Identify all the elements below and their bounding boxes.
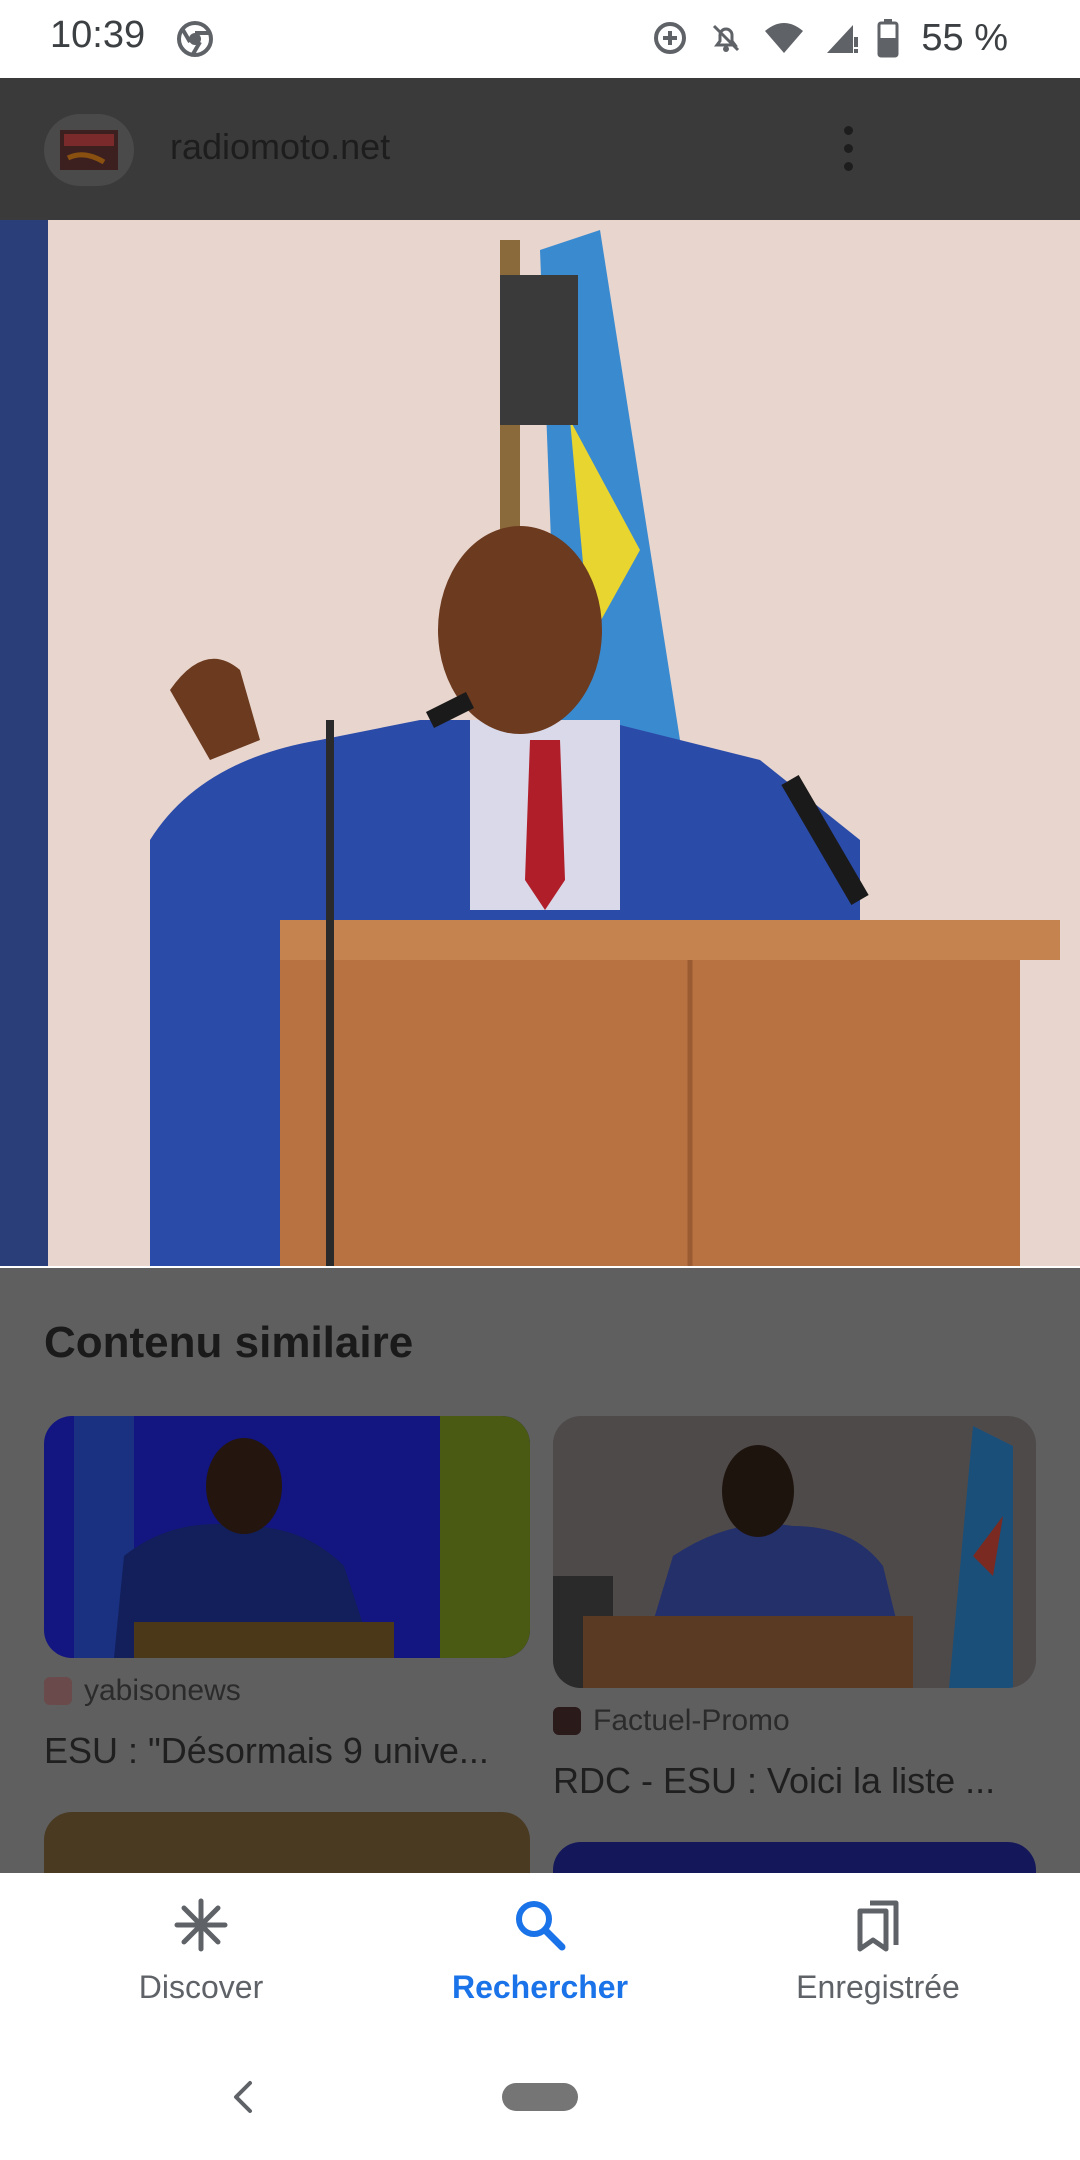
status-icons: 55 %: [651, 14, 1008, 62]
viewer-header: radiomoto.net: [0, 78, 1080, 220]
card-title[interactable]: ESU : "Désormais 9 unive...: [44, 1730, 530, 1772]
card-source-name: Factuel-Promo: [593, 1704, 790, 1737]
wifi-icon: [763, 19, 805, 57]
signal-icon: [823, 19, 859, 57]
similar-content-section: Contenu similaire yabisonews ESU : "Déso…: [0, 1268, 1080, 1873]
nav-search[interactable]: Rechercher: [400, 1895, 680, 2015]
similar-card-peek[interactable]: [44, 1812, 530, 1873]
bell-off-icon: [707, 19, 745, 57]
image-viewer-overlay: radiomoto.net Contenu similaire yabisone…: [0, 78, 1080, 1873]
battery-level: 55 %: [921, 16, 1008, 59]
similar-card[interactable]: Factuel-Promo RDC - ESU : Voici la liste…: [553, 1416, 1036, 1806]
back-chevron-icon[interactable]: [222, 2075, 266, 2119]
nav-discover[interactable]: Discover: [61, 1895, 341, 2015]
data-saver-icon: [651, 19, 689, 57]
status-time: 10:39: [50, 14, 146, 56]
card-source: Factuel-Promo: [553, 1704, 790, 1738]
bottom-navigation: Discover Rechercher Enregistrée: [0, 1873, 1080, 2031]
nav-label: Discover: [138, 1969, 264, 2005]
card-title[interactable]: RDC - ESU : Voici la liste ...: [553, 1760, 1036, 1802]
site-logo[interactable]: [44, 114, 134, 186]
status-bar: 10:39 55 %: [0, 0, 1080, 78]
nav-saved[interactable]: Enregistrée: [738, 1895, 1018, 2015]
discover-asterisk-icon: [171, 1895, 231, 1955]
yabisonews-logo-icon: [44, 1677, 72, 1705]
search-icon: [510, 1895, 570, 1955]
section-title: Contenu similaire: [44, 1318, 414, 1367]
factuel-promo-logo-icon: [553, 1707, 581, 1735]
battery-icon: [877, 18, 899, 58]
card-source-name: yabisonews: [84, 1674, 241, 1707]
nav-label: Enregistrée: [796, 1969, 960, 2005]
site-name[interactable]: radiomoto.net: [170, 126, 390, 168]
more-vert-icon[interactable]: [826, 118, 870, 178]
bookmarks-icon: [848, 1895, 908, 1955]
card-thumbnail[interactable]: [553, 1416, 1036, 1688]
similar-card[interactable]: yabisonews ESU : "Désormais 9 unive...: [44, 1416, 530, 1776]
nav-label: Rechercher: [451, 1969, 629, 2005]
card-source: yabisonews: [44, 1674, 241, 1708]
similar-card-peek[interactable]: [553, 1842, 1036, 1873]
system-navigation-bar: [0, 2031, 1080, 2160]
home-pill[interactable]: [502, 2083, 578, 2111]
main-image[interactable]: [0, 220, 1080, 1268]
chrome-icon: [176, 20, 214, 58]
card-thumbnail[interactable]: [44, 1416, 530, 1658]
